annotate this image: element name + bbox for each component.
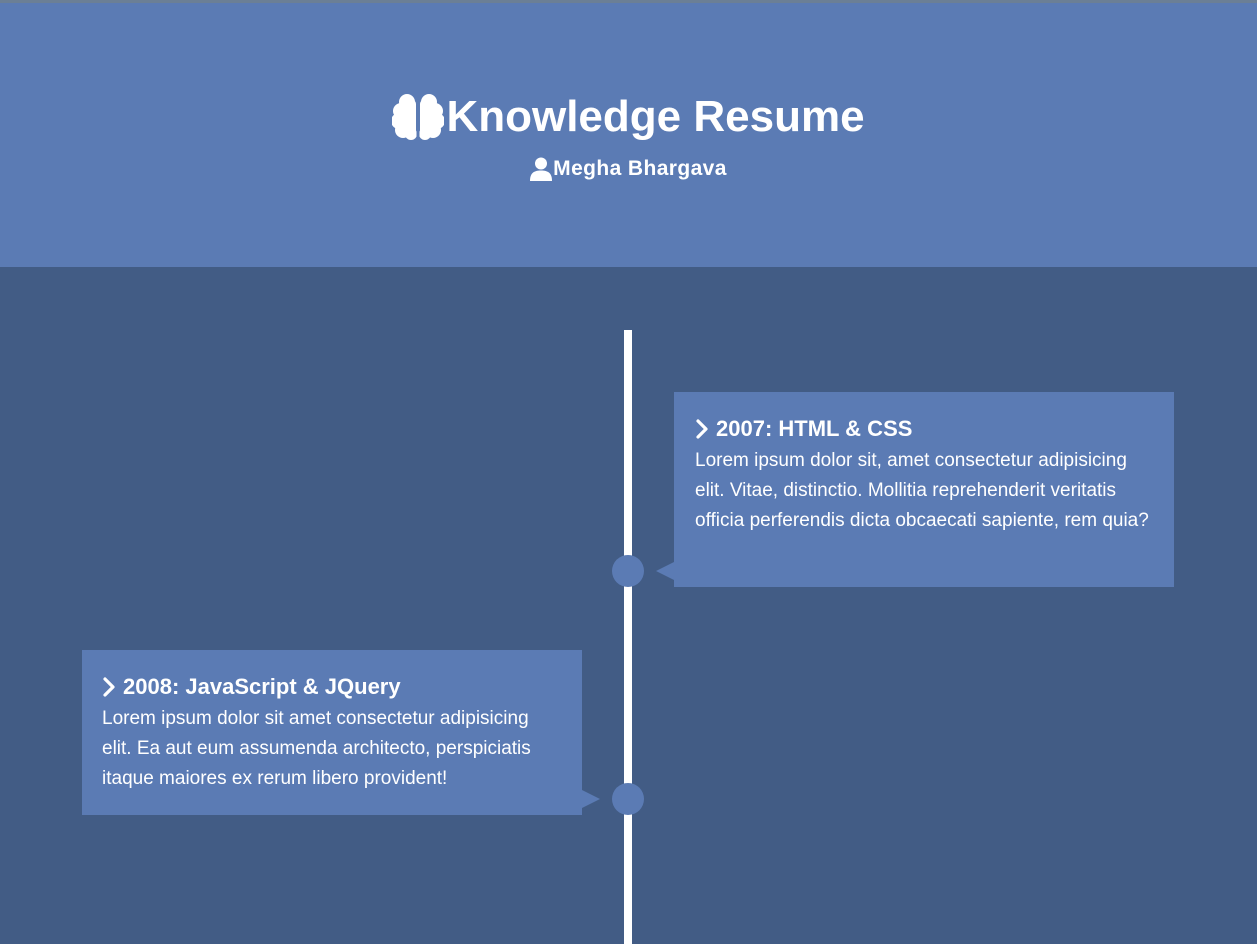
card-header: 2007: HTML & CSS — [695, 414, 1154, 444]
page-title: Knowledge Resume — [446, 92, 865, 141]
timeline-line — [624, 330, 632, 944]
brain-icon — [391, 92, 446, 142]
card-text: Lorem ipsum dolor sit amet consectetur a… — [102, 708, 531, 789]
timeline-card: 2008: JavaScript & JQuery Lorem ipsum do… — [82, 650, 600, 815]
page-header: Knowledge Resume Megha Bhargava — [0, 3, 1257, 267]
subtitle-row: Megha Bhargava — [0, 155, 1257, 183]
card-text: Lorem ipsum dolor sit, amet consectetur … — [695, 450, 1149, 531]
chevron-right-icon — [102, 677, 116, 697]
card-title: 2008: JavaScript & JQuery — [123, 674, 401, 699]
timeline-dot — [612, 555, 644, 587]
user-icon — [530, 157, 553, 181]
card-title: 2007: HTML & CSS — [716, 416, 913, 441]
timeline-dot — [612, 783, 644, 815]
title-row: Knowledge Resume — [0, 91, 1257, 143]
card-pointer — [582, 790, 600, 808]
person-name: Megha Bhargava — [553, 157, 727, 180]
card-pointer — [656, 562, 674, 580]
timeline-card: 2007: HTML & CSS Lorem ipsum dolor sit, … — [656, 392, 1174, 587]
chevron-right-icon — [695, 419, 709, 439]
card-header: 2008: JavaScript & JQuery — [102, 672, 562, 702]
